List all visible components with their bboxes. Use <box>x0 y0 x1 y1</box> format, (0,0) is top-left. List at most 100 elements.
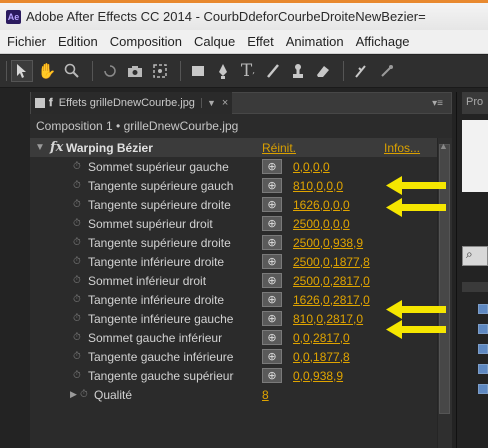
effect-controls-tab-label: Effets grilleDnewCourbe.jpg <box>58 97 195 109</box>
point-target-icon[interactable]: ⊕ <box>262 254 282 269</box>
quality-name: Qualité <box>94 387 133 402</box>
menu-fichier[interactable]: Fichier <box>0 34 52 49</box>
brush-tool-icon[interactable] <box>262 60 284 82</box>
lock-icon[interactable]: 𝐟 <box>49 97 53 110</box>
twirl-right-icon[interactable]: ▶ <box>70 389 77 400</box>
stopwatch-icon[interactable]: ⏱ <box>73 180 81 191</box>
point-target-icon[interactable]: ⊕ <box>262 349 282 364</box>
puppet-tool-icon[interactable] <box>375 60 397 82</box>
panel-menu-icon[interactable]: ▾≡ <box>432 98 443 109</box>
parameter-row: ⏱ Tangente gauche supérieur ⊕ 0,0,938,9 <box>30 366 452 385</box>
toolbar-grip[interactable] <box>6 61 7 81</box>
parameter-row: ⏱ Sommet inférieur droit ⊕ 2500,0,2817,0 <box>30 271 452 290</box>
stopwatch-icon[interactable]: ⏱ <box>73 275 81 286</box>
stopwatch-icon[interactable]: ⏱ <box>73 237 81 248</box>
point-target-icon[interactable]: ⊕ <box>262 330 282 345</box>
point-target-icon[interactable]: ⊕ <box>262 292 282 307</box>
parameter-value[interactable]: 0,0,1877,8 <box>293 350 350 364</box>
quality-value[interactable]: 8 <box>262 388 269 402</box>
parameter-name: Sommet inférieur droit <box>88 273 207 288</box>
rectangle-tool-icon[interactable] <box>187 60 209 82</box>
menu-calque[interactable]: Calque <box>188 34 241 49</box>
stopwatch-icon[interactable]: ⏱ <box>80 389 88 400</box>
stopwatch-icon[interactable]: ⏱ <box>73 313 81 324</box>
menu-composition[interactable]: Composition <box>104 34 188 49</box>
parameter-value[interactable]: 2500,0,938,9 <box>293 236 363 250</box>
reset-button[interactable]: Réinit. <box>262 141 296 155</box>
window-title-bar: Ae Adobe After Effects CC 2014 - CourbDd… <box>0 0 488 30</box>
menu-edition[interactable]: Edition <box>52 34 104 49</box>
toolbar-separator <box>343 61 344 81</box>
roto-brush-tool-icon[interactable] <box>350 60 372 82</box>
point-target-icon[interactable]: ⊕ <box>262 311 282 326</box>
parameter-value[interactable]: 0,0,0,0 <box>293 160 330 174</box>
close-icon[interactable]: × <box>222 97 228 109</box>
parameter-value[interactable]: 2500,0,0,0 <box>293 217 350 231</box>
zoom-tool-icon[interactable] <box>61 60 83 82</box>
project-item-icon[interactable] <box>478 384 488 394</box>
menu-affichage[interactable]: Affichage <box>350 34 416 49</box>
stopwatch-icon[interactable]: ⏱ <box>73 332 81 343</box>
parameter-value[interactable]: 1626,0,0,0 <box>293 198 350 212</box>
hand-tool-icon[interactable]: ✋ <box>36 60 58 82</box>
stopwatch-icon[interactable]: ⏱ <box>73 351 81 362</box>
window-title: Adobe After Effects CC 2014 - CourbDdefo… <box>26 9 426 24</box>
parameter-value[interactable]: 0,0,2817,0 <box>293 331 350 345</box>
effect-header-row[interactable]: ▼ fx Warping Bézier Réinit. Infos... <box>30 138 452 157</box>
project-column-header <box>462 282 488 292</box>
parameter-name: Tangente inférieure droite <box>88 292 225 307</box>
pan-behind-tool-icon[interactable] <box>149 60 171 82</box>
point-target-icon[interactable]: ⊕ <box>262 197 282 212</box>
parameter-name: Tangente inférieure droite <box>88 254 225 269</box>
effect-controls-tab[interactable]: 𝐟 Effets grilleDnewCourbe.jpg ▼ × <box>31 92 233 114</box>
project-item-icon[interactable] <box>478 344 488 354</box>
project-item-icon[interactable] <box>478 364 488 374</box>
camera-tool-icon[interactable] <box>124 60 146 82</box>
parameter-name: Tangente gauche inférieure <box>88 349 234 364</box>
text-tool-icon[interactable]: T, <box>237 60 259 82</box>
parameter-value[interactable]: 1626,0,2817,0 <box>293 293 370 307</box>
composition-layer-label: Composition 1 • grilleDnewCourbe.jpg <box>36 119 239 133</box>
selection-tool-icon[interactable] <box>11 60 33 82</box>
twirl-down-icon[interactable]: ▼ <box>35 142 45 153</box>
point-target-icon[interactable]: ⊕ <box>262 273 282 288</box>
menu-animation[interactable]: Animation <box>280 34 350 49</box>
chevron-down-icon[interactable]: ▼ <box>200 98 216 108</box>
parameter-name: Tangente supérieure droite <box>88 197 231 212</box>
annotation-arrow-icon <box>386 176 446 195</box>
stopwatch-icon[interactable]: ⏱ <box>73 199 81 210</box>
stopwatch-icon[interactable]: ⏱ <box>73 256 81 267</box>
point-target-icon[interactable]: ⊕ <box>262 159 282 174</box>
parameter-value[interactable]: 2500,0,2817,0 <box>293 274 370 288</box>
point-target-icon[interactable]: ⊕ <box>262 216 282 231</box>
stopwatch-icon[interactable]: ⏱ <box>73 370 81 381</box>
clone-stamp-tool-icon[interactable] <box>287 60 309 82</box>
eraser-tool-icon[interactable] <box>312 60 334 82</box>
stopwatch-icon[interactable]: ⏱ <box>73 218 81 229</box>
project-panel-tab[interactable]: Pro <box>462 92 488 114</box>
pen-tool-icon[interactable] <box>212 60 234 82</box>
menu-bar: Fichier Edition Composition Calque Effet… <box>0 30 488 54</box>
scroll-up-icon[interactable]: ▲ <box>439 141 448 151</box>
point-target-icon[interactable]: ⊕ <box>262 235 282 250</box>
parameter-value[interactable]: 2500,0,1877,8 <box>293 255 370 269</box>
rotate-tool-icon[interactable] <box>99 60 121 82</box>
point-target-icon[interactable]: ⊕ <box>262 178 282 193</box>
about-button[interactable]: Infos... <box>384 141 420 155</box>
parameter-name: Tangente inférieure gauche <box>88 311 234 326</box>
parameter-value[interactable]: 810,0,0,0 <box>293 179 343 193</box>
parameter-value[interactable]: 0,0,938,9 <box>293 369 343 383</box>
menu-effet[interactable]: Effet <box>241 34 280 49</box>
search-icon[interactable]: ⌕ <box>462 246 488 266</box>
stopwatch-icon[interactable]: ⏱ <box>73 161 81 172</box>
parameter-value[interactable]: 810,0,2817,0 <box>293 312 363 326</box>
tools-toolbar: ✋ T, <box>0 55 488 88</box>
project-item-icon[interactable] <box>478 324 488 334</box>
parameter-name: Tangente gauche supérieur <box>88 368 234 383</box>
project-item-icon[interactable] <box>478 304 488 314</box>
panel-icon <box>35 98 45 108</box>
stopwatch-icon[interactable]: ⏱ <box>73 294 81 305</box>
point-target-icon[interactable]: ⊕ <box>262 368 282 383</box>
parameter-row: ⏱ Tangente gauche inférieure ⊕ 0,0,1877,… <box>30 347 452 366</box>
fx-toggle-icon[interactable]: fx <box>50 140 63 155</box>
